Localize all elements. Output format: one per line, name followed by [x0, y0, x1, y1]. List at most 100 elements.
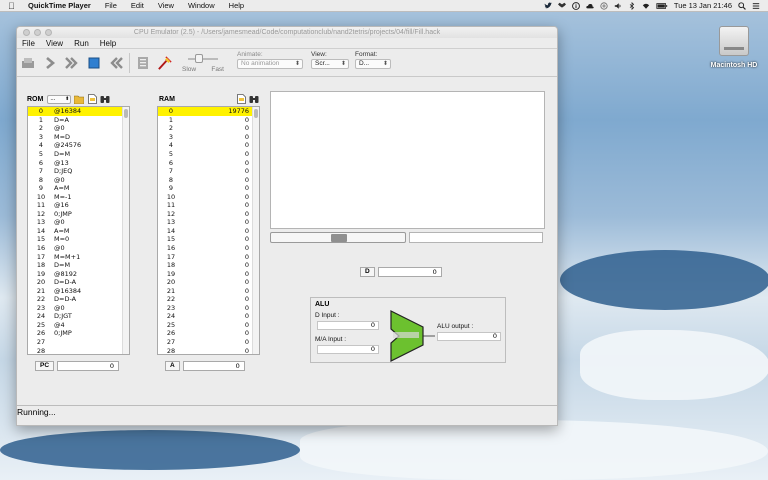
ram-row[interactable]: 13 0	[158, 218, 259, 227]
rom-row[interactable]: 11 @16	[28, 201, 129, 210]
animate-select[interactable]: No animation	[237, 59, 303, 69]
rom-row-value[interactable]: D=M	[54, 261, 129, 269]
ram-row-value[interactable]: 0	[184, 133, 259, 141]
ram-row[interactable]: 0 19776	[158, 107, 259, 116]
ram-row-value[interactable]: 0	[184, 235, 259, 243]
hard-drive-icon[interactable]	[719, 26, 749, 56]
rom-row-value[interactable]: @0	[54, 304, 129, 312]
rom-row[interactable]: 26 0;JMP	[28, 329, 129, 338]
menubar-clock[interactable]: Tue 13 Jan 21:46	[674, 1, 732, 10]
rom-row[interactable]: 0 @16384	[28, 107, 129, 116]
ram-row-value[interactable]: 0	[184, 347, 259, 354]
rom-row[interactable]: 6 @13	[28, 158, 129, 167]
rom-format-select[interactable]: ...	[47, 94, 72, 104]
d-value-field[interactable]: 0	[377, 267, 442, 277]
ram-row[interactable]: 70	[158, 167, 259, 176]
rom-row-value[interactable]: @0	[54, 176, 129, 184]
rom-row-value[interactable]: A=M	[54, 227, 129, 235]
ram-row-value[interactable]: 0	[184, 304, 259, 312]
ram-row-value[interactable]: 0	[184, 159, 259, 167]
rom-row[interactable]: 16 @0	[28, 244, 129, 253]
rom-search-button[interactable]	[100, 94, 110, 104]
pc-value-field[interactable]: 0	[57, 361, 120, 371]
ram-row-value[interactable]: 0	[184, 287, 259, 295]
single-step-button[interactable]	[43, 56, 57, 70]
rom-row[interactable]: 25 @4	[28, 321, 129, 330]
menu-help[interactable]: Help	[229, 1, 244, 10]
ram-row[interactable]: 50	[158, 150, 259, 159]
rom-row-value[interactable]: M=0	[54, 235, 129, 243]
ram-row[interactable]: 24 0	[158, 312, 259, 321]
rom-row[interactable]: 23 @0	[28, 304, 129, 313]
speed-slider[interactable]: Slow Fast	[182, 51, 224, 75]
rom-row[interactable]: 2 @0	[28, 124, 129, 133]
ram-row[interactable]: 30	[158, 133, 259, 142]
rom-row[interactable]: 21 @16384	[28, 286, 129, 295]
rom-row-value[interactable]: @16384	[54, 287, 129, 295]
rom-row-value[interactable]: D;JEQ	[54, 167, 129, 175]
twitter-icon[interactable]	[544, 2, 552, 10]
rom-scrollbar-thumb[interactable]	[124, 109, 128, 118]
rom-scrollbar[interactable]	[122, 107, 129, 354]
rom-row[interactable]: 1 D=A	[28, 116, 129, 125]
rom-row-value[interactable]: M=-1	[54, 193, 129, 201]
ram-row-value[interactable]: 0	[184, 329, 259, 337]
rom-row[interactable]: 19 @8192	[28, 269, 129, 278]
a-value-field[interactable]: 0	[182, 361, 245, 371]
rom-row-value[interactable]: @16	[54, 201, 129, 209]
ram-row[interactable]: 11 0	[158, 201, 259, 210]
rom-row[interactable]: 20 D=D-A	[28, 278, 129, 287]
ram-row-value[interactable]: 0	[184, 295, 259, 303]
rom-row-value[interactable]: @0	[54, 124, 129, 132]
rom-new-button[interactable]	[87, 94, 97, 104]
ram-row[interactable]: 12 0	[158, 210, 259, 219]
ram-row[interactable]: 28 0	[158, 346, 259, 354]
ram-row[interactable]: 25 0	[158, 321, 259, 330]
rom-row[interactable]: 28	[28, 346, 129, 354]
ram-row-value[interactable]: 0	[184, 227, 259, 235]
format-select[interactable]: D...	[355, 59, 391, 69]
ram-row-value[interactable]: 0	[184, 201, 259, 209]
ram-scrollbar-thumb[interactable]	[254, 109, 258, 118]
ram-row[interactable]: 10 0	[158, 192, 259, 201]
ram-row-value[interactable]: 0	[184, 116, 259, 124]
rom-row[interactable]: 18 D=M	[28, 261, 129, 270]
dropbox-icon[interactable]	[557, 2, 566, 10]
load-program-button[interactable]	[21, 56, 35, 70]
reset-button[interactable]	[109, 56, 123, 70]
rom-row[interactable]: 4 @24576	[28, 141, 129, 150]
ram-row[interactable]: 27 0	[158, 338, 259, 347]
ram-row-value[interactable]: 0	[184, 321, 259, 329]
ram-row-value[interactable]: 0	[184, 278, 259, 286]
ram-row[interactable]: 18 0	[158, 261, 259, 270]
rom-row[interactable]: 27	[28, 338, 129, 347]
rom-row[interactable]: 10 M=-1	[28, 192, 129, 201]
ram-row-value[interactable]: 0	[184, 261, 259, 269]
ram-row-value[interactable]: 0	[184, 184, 259, 192]
rom-row[interactable]: 7 D;JEQ	[28, 167, 129, 176]
menu-view[interactable]: View	[46, 39, 63, 48]
ram-row-value[interactable]: 0	[184, 244, 259, 252]
rom-row[interactable]: 14 A=M	[28, 227, 129, 236]
ram-row-value[interactable]: 0	[184, 193, 259, 201]
ram-new-button[interactable]	[236, 94, 246, 104]
ram-row[interactable]: 40	[158, 141, 259, 150]
ram-row-value[interactable]: 0	[184, 141, 259, 149]
window-titlebar[interactable]: CPU Emulator (2.5) - /Users/jamesmead/Co…	[17, 27, 557, 38]
notification-center-icon[interactable]	[752, 2, 760, 10]
rom-row-value[interactable]: D=A	[54, 116, 129, 124]
menu-view[interactable]: View	[158, 1, 174, 10]
rom-row[interactable]: 9 A=M	[28, 184, 129, 193]
app-menu[interactable]: QuickTime Player	[28, 1, 91, 10]
ram-row[interactable]: 17 0	[158, 252, 259, 261]
menu-edit[interactable]: Edit	[131, 1, 144, 10]
rom-row[interactable]: 5 D=M	[28, 150, 129, 159]
script-button[interactable]	[158, 55, 172, 70]
menu-run[interactable]: Run	[74, 39, 89, 48]
rom-load-button[interactable]	[74, 94, 85, 104]
ram-row[interactable]: 16 0	[158, 244, 259, 253]
ram-row-value[interactable]: 0	[184, 210, 259, 218]
ram-row-value[interactable]: 0	[184, 167, 259, 175]
keyboard-field[interactable]	[409, 232, 543, 243]
rom-row-value[interactable]: D=D-A	[54, 278, 129, 286]
